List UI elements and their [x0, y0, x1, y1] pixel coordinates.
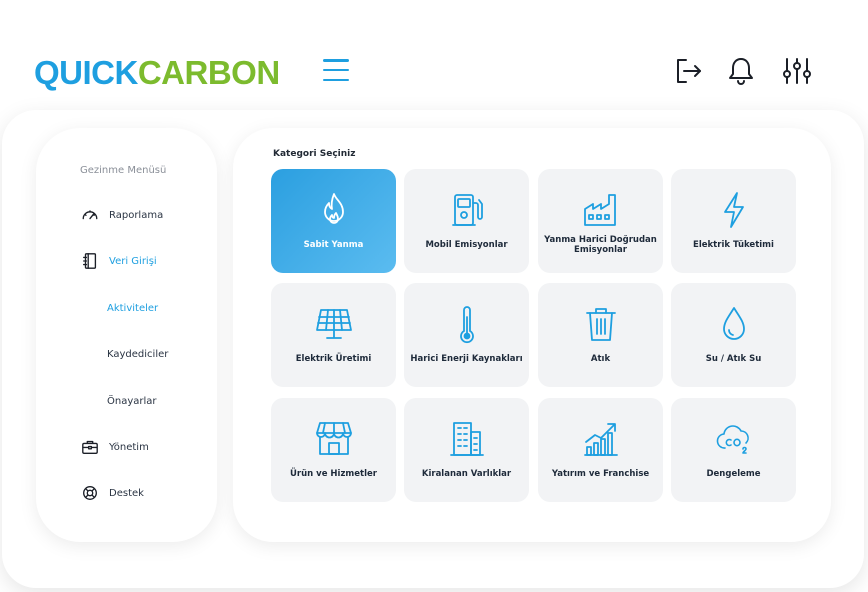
sidebar-item-kaydediciler[interactable]: Kaydediciler [107, 343, 168, 365]
sidebar-item-destek[interactable]: Destek [80, 482, 144, 504]
lightning-icon [671, 189, 796, 231]
category-label: Yatırım ve Franchise [551, 469, 650, 480]
category-card-yatirim-ve-franchise[interactable]: Yatırım ve Franchise [538, 398, 663, 502]
category-label: Ürün ve Hizmetler [290, 469, 377, 480]
sidebar-item-label: Veri Girişi [109, 255, 157, 267]
category-card-harici-enerji[interactable]: Harici Enerji Kaynakları [404, 283, 529, 387]
category-card-urun-ve-hizmetler[interactable]: Ürün ve Hizmetler [271, 398, 396, 502]
logout-icon[interactable] [672, 55, 704, 87]
sidebar-item-label: Aktiviteler [107, 302, 159, 314]
logo-carbon: CARBON [137, 53, 280, 91]
store-icon [271, 418, 396, 460]
category-label: Su / Atık Su [705, 354, 762, 365]
fuel-pump-icon [404, 189, 529, 231]
category-label: Elektrik Üretimi [295, 354, 372, 365]
category-card-kiralanan-varliklar[interactable]: Kiralanan Varlıklar [404, 398, 529, 502]
sidebar-item-label: Önayarlar [107, 395, 157, 407]
category-label: Dengeleme [706, 469, 761, 480]
category-label: Elektrik Tüketimi [693, 240, 774, 251]
growth-chart-icon [538, 418, 663, 460]
flame-icon [271, 189, 396, 231]
sidebar-item-label: Raporlama [109, 209, 164, 221]
water-drop-icon [671, 303, 796, 345]
category-card-dengeleme[interactable]: Dengeleme [671, 398, 796, 502]
building-icon [404, 418, 529, 460]
category-card-yanma-harici[interactable]: Yanma Harici Doğrudan Emisyonlar [538, 169, 663, 273]
category-label: Sabit Yanma [303, 240, 364, 251]
logo-quick: QUICK [34, 53, 138, 91]
category-card-atik[interactable]: Atık [538, 283, 663, 387]
co2-cloud-icon [671, 418, 796, 460]
lifebuoy-icon [80, 483, 100, 503]
sidebar-item-onayarlar[interactable]: Önayarlar [107, 390, 157, 412]
sidebar-title: Gezinme Menüsü [80, 165, 167, 176]
bell-icon[interactable] [725, 55, 757, 87]
briefcase-icon [80, 437, 100, 457]
category-card-mobil-emisyonlar[interactable]: Mobil Emisyonlar [404, 169, 529, 273]
category-card-su-atik-su[interactable]: Su / Atık Su [671, 283, 796, 387]
sliders-icon[interactable] [781, 55, 813, 87]
logo: QUICK CARBON [34, 52, 280, 92]
menu-icon[interactable] [323, 59, 349, 81]
sidebar-item-yonetim[interactable]: Yönetim [80, 436, 149, 458]
solar-panel-icon [271, 303, 396, 345]
page-title: Kategori Seçiniz [273, 149, 356, 159]
category-card-elektrik-uretimi[interactable]: Elektrik Üretimi [271, 283, 396, 387]
category-label: Atık [590, 354, 611, 365]
trash-icon [538, 303, 663, 345]
category-card-elektrik-tuketimi[interactable]: Elektrik Tüketimi [671, 169, 796, 273]
factory-icon [538, 189, 663, 231]
sidebar-item-label: Yönetim [109, 441, 149, 453]
category-label: Mobil Emisyonlar [425, 240, 508, 251]
sidebar-item-raporlama[interactable]: Raporlama [80, 204, 163, 226]
sidebar-item-label: Destek [109, 487, 144, 499]
sidebar: Gezinme Menüsü Raporlama Veri Girişi Akt… [36, 128, 217, 542]
sidebar-item-label: Kaydediciler [107, 348, 169, 360]
category-label: Kiralanan Varlıklar [421, 469, 512, 480]
sidebar-item-veri-girisi[interactable]: Veri Girişi [80, 250, 157, 272]
thermometer-icon [404, 303, 529, 345]
notebook-icon [80, 251, 100, 271]
gauge-icon [80, 205, 100, 225]
category-label: Harici Enerji Kaynakları [410, 354, 523, 365]
category-label: Yanma Harici Doğrudan Emisyonlar [544, 235, 657, 255]
category-card-sabit-yanma[interactable]: Sabit Yanma [271, 169, 396, 273]
category-panel: Kategori Seçiniz Sabit Yanma Mobil Emisy… [233, 128, 831, 542]
sidebar-item-aktiviteler[interactable]: Aktiviteler [107, 297, 158, 319]
header: QUICK CARBON [0, 0, 868, 110]
